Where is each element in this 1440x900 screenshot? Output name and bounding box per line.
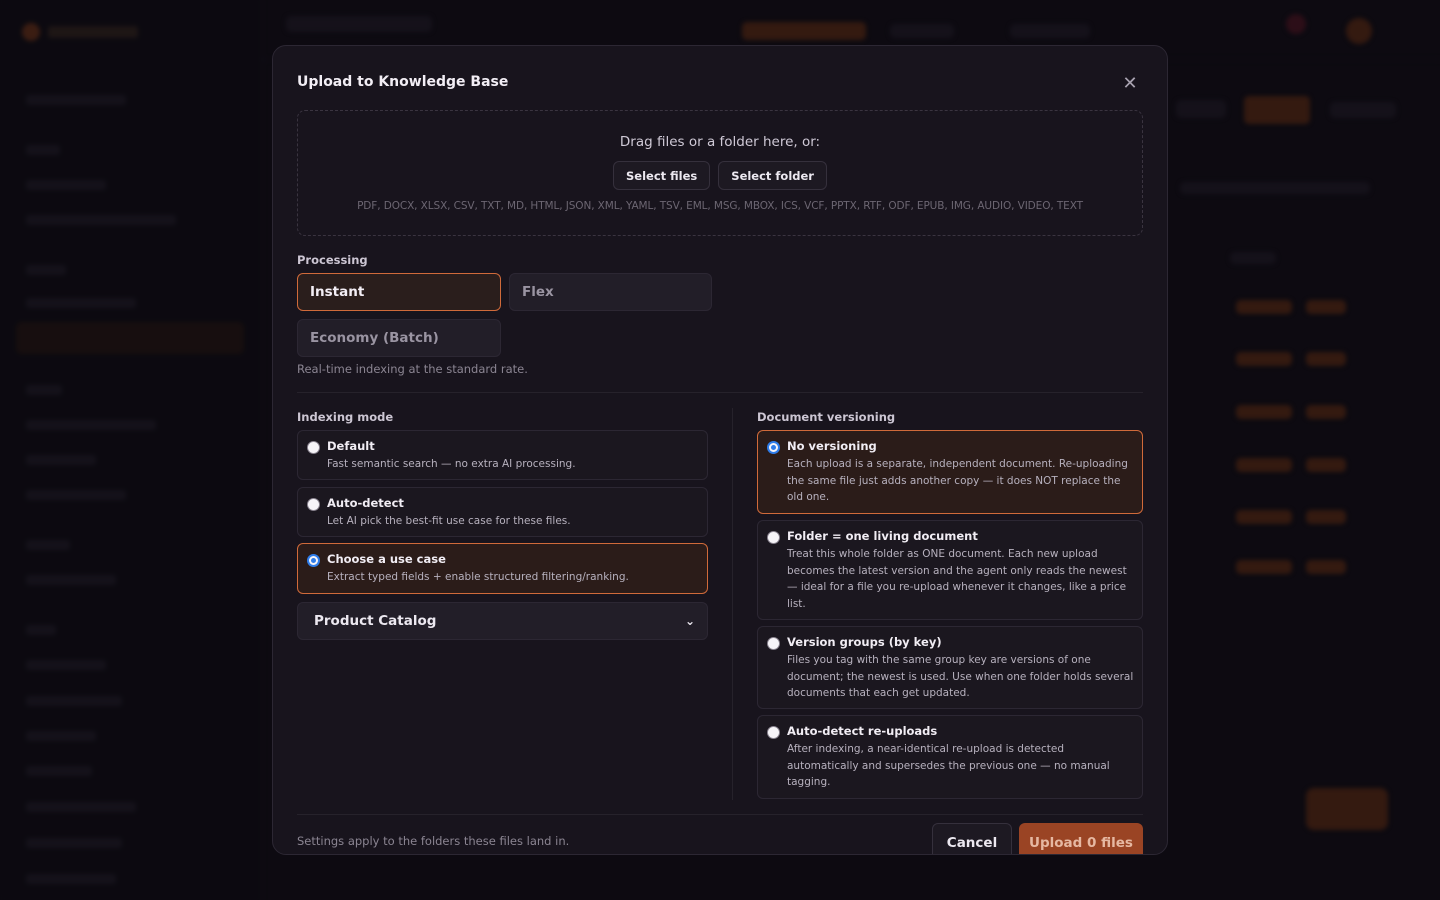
document-versioning-label: Document versioning bbox=[757, 410, 896, 424]
option-title: Auto-detect bbox=[327, 496, 404, 510]
cancel-button[interactable]: Cancel bbox=[932, 823, 1012, 854]
option-title: Version groups (by key) bbox=[787, 635, 942, 649]
indexing-option-default[interactable]: Default Fast semantic search — no extra … bbox=[297, 430, 708, 480]
option-title: No versioning bbox=[787, 439, 877, 453]
processing-flex-button[interactable]: Flex bbox=[509, 273, 712, 311]
option-title: Auto-detect re-uploads bbox=[787, 724, 938, 738]
upload-modal: Upload to Knowledge Base ✕ Drag files or… bbox=[272, 45, 1168, 855]
radio-folder-document[interactable] bbox=[767, 531, 780, 544]
processing-label: Processing bbox=[297, 253, 368, 267]
option-description: Fast semantic search — no extra AI proce… bbox=[327, 458, 576, 470]
radio-use-case[interactable] bbox=[307, 554, 320, 567]
versioning-option-groups[interactable]: Version groups (by key) Files you tag wi… bbox=[757, 626, 1143, 709]
versioning-option-none[interactable]: No versioning Each upload is a separate,… bbox=[757, 430, 1143, 514]
dropzone-title: Drag files or a folder here, or: bbox=[619, 134, 821, 150]
radio-default[interactable] bbox=[307, 441, 320, 454]
processing-instant-button[interactable]: Instant bbox=[297, 273, 501, 311]
option-description: After indexing, a near-identical re-uplo… bbox=[787, 743, 1110, 788]
section-divider bbox=[297, 392, 1143, 393]
option-description: Files you tag with the same group key ar… bbox=[787, 654, 1134, 699]
option-description: Treat this whole folder as ONE document.… bbox=[787, 548, 1127, 610]
radio-auto-detect[interactable] bbox=[307, 498, 320, 511]
option-title: Default bbox=[327, 439, 375, 453]
footer-divider bbox=[297, 814, 1143, 815]
select-files-button[interactable]: Select files bbox=[613, 161, 711, 190]
processing-note: Real-time indexing at the standard rate. bbox=[297, 362, 528, 376]
footer-note: Settings apply to the folders these file… bbox=[297, 834, 570, 848]
versioning-option-folder[interactable]: Folder = one living document Treat this … bbox=[757, 520, 1143, 620]
versioning-option-auto-detect[interactable]: Auto-detect re-uploads After indexing, a… bbox=[757, 715, 1143, 799]
indexing-option-use-case[interactable]: Choose a use case Extract typed fields +… bbox=[297, 543, 708, 594]
option-description: Each upload is a separate, independent d… bbox=[787, 458, 1128, 503]
close-button[interactable]: ✕ bbox=[1119, 72, 1141, 94]
select-folder-button[interactable]: Select folder bbox=[718, 161, 827, 190]
radio-auto-detect-reuploads[interactable] bbox=[767, 726, 780, 739]
supported-formats: PDF, DOCX, XLSX, CSV, TXT, MD, HTML, JSO… bbox=[357, 200, 1083, 212]
column-divider bbox=[732, 408, 733, 800]
option-title: Folder = one living document bbox=[787, 529, 978, 543]
processing-economy-button[interactable]: Economy (Batch) bbox=[297, 319, 501, 357]
upload-button[interactable]: Upload 0 files bbox=[1019, 823, 1143, 854]
option-title: Choose a use case bbox=[327, 552, 446, 566]
option-description: Let AI pick the best-fit use case for th… bbox=[327, 515, 571, 527]
radio-version-groups[interactable] bbox=[767, 637, 780, 650]
modal-title: Upload to Knowledge Base bbox=[297, 74, 509, 90]
close-icon: ✕ bbox=[1122, 72, 1138, 94]
option-description: Extract typed fields + enable structured… bbox=[327, 571, 629, 583]
use-case-select[interactable]: Product Catalog ⌄ bbox=[297, 602, 708, 640]
radio-no-versioning[interactable] bbox=[767, 441, 780, 454]
indexing-mode-label: Indexing mode bbox=[297, 410, 394, 424]
file-dropzone[interactable]: Drag files or a folder here, or: Select … bbox=[297, 110, 1143, 236]
indexing-option-auto-detect[interactable]: Auto-detect Let AI pick the best-fit use… bbox=[297, 487, 708, 537]
use-case-value: Product Catalog bbox=[314, 613, 437, 629]
chevron-down-icon: ⌄ bbox=[684, 614, 695, 628]
